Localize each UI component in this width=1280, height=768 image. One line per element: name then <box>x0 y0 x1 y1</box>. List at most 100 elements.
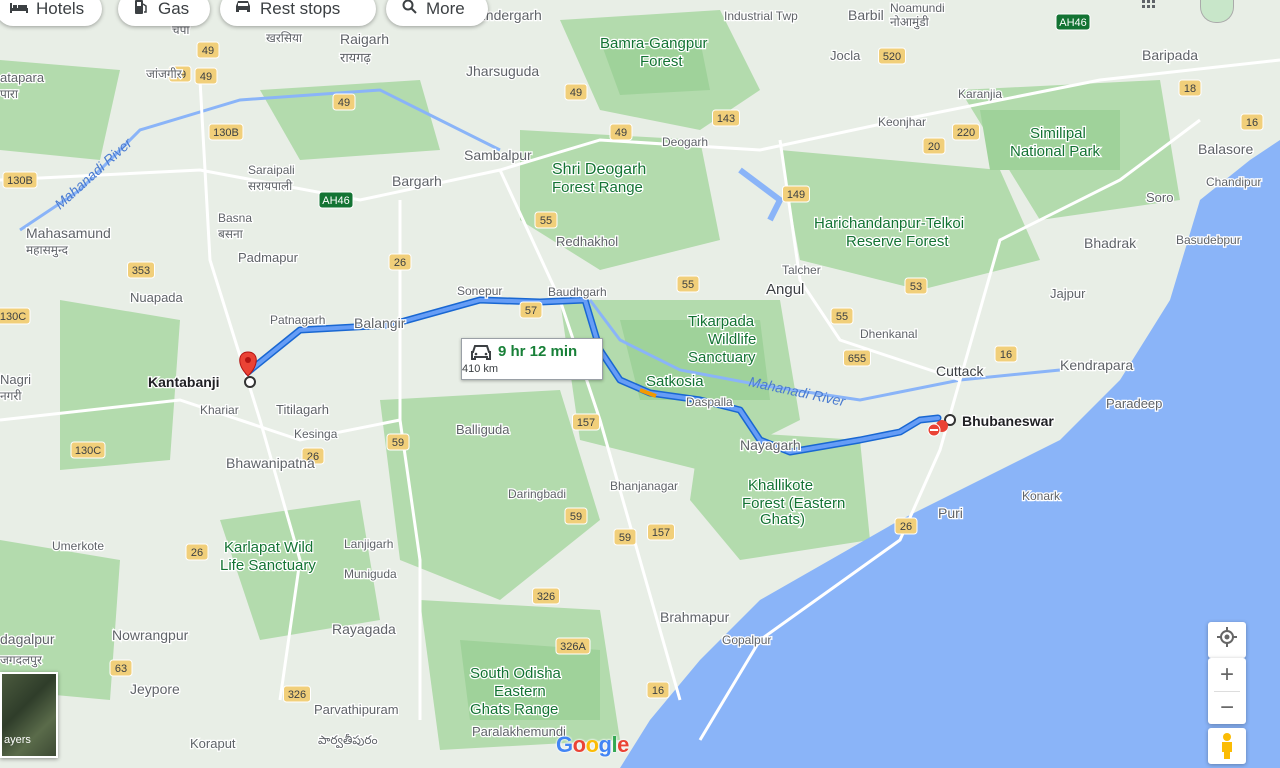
road-shield-label: 130C <box>75 445 101 457</box>
google-logo: Google <box>556 732 629 758</box>
place-label-daringbadi: Daringbadi <box>508 487 566 501</box>
place-label-forest-eastern: Forest (Eastern <box>742 495 845 512</box>
place-label-atapara: atapara <box>0 70 45 85</box>
road-shield-label: 49 <box>570 87 582 99</box>
road-shield-label: 149 <box>787 189 805 201</box>
place-label-bhawanipatna: Bhawanipatna <box>226 455 315 471</box>
road-shield-label: 157 <box>577 417 595 429</box>
place-label-shri-deogarh: Shri Deogarh <box>552 161 646 178</box>
place-label-lanjigarh: Lanjigarh <box>344 537 393 551</box>
place-label-baripada: Baripada <box>1142 47 1198 63</box>
bed-icon <box>8 0 30 18</box>
place-label-karlapat: Karlapat Wild <box>224 539 313 556</box>
map-canvas[interactable]: 4949 49494949130B130B143520AH46181622020A… <box>0 0 1280 768</box>
rest-stops-chip[interactable]: Rest stops <box>220 0 376 26</box>
place-label-jodha: Jocla <box>830 48 861 63</box>
place-label-nayagarh: Nayagarh <box>740 437 801 453</box>
road-shield-label: 63 <box>115 663 127 675</box>
place-label-chandipur: Chandipur <box>1206 175 1261 189</box>
place-label-atapara-local: पारा <box>0 87 19 101</box>
road-shield-label: 55 <box>836 311 848 323</box>
place-label-dhenkanal: Dhenkanal <box>860 327 917 341</box>
road-shield-label: 59 <box>619 532 631 544</box>
zoom-in-button[interactable]: + <box>1208 658 1246 691</box>
chip-label: Gas <box>158 0 190 18</box>
apps-icon[interactable] <box>1140 0 1174 16</box>
place-label-baudhgarh: Baudhgarh <box>548 285 607 299</box>
place-label-brahmapur: Brahmapur <box>660 609 730 625</box>
place-label-forest-range: Forest Range <box>552 179 643 196</box>
zoom-out-button[interactable]: − <box>1208 691 1246 724</box>
car-icon <box>470 344 492 362</box>
zoom-controls: + − <box>1208 658 1246 724</box>
place-label-gopalpur: Gopalpur <box>722 633 771 647</box>
place-label-paradeep: Paradeep <box>1106 396 1162 411</box>
chip-label: Rest stops <box>260 0 341 18</box>
my-location-button[interactable] <box>1208 622 1246 658</box>
gas-chip[interactable]: Gas <box>118 0 210 26</box>
place-label-tikarpada: Tikarpada <box>688 313 755 330</box>
place-label-puri: Puri <box>938 505 963 521</box>
route-info-box[interactable]: 9 hr 12 min 410 km <box>461 338 603 380</box>
street-view-button[interactable] <box>1208 728 1246 764</box>
place-label-kantabanji: Kantabanji <box>148 374 220 390</box>
place-label-karanjia: Karanjia <box>958 87 1002 101</box>
road-shield-label: 157 <box>652 527 670 539</box>
place-label-bamra-gangpur: Bamra-Gangpur <box>600 35 708 52</box>
road-shield-label: 55 <box>540 215 552 227</box>
place-label-sambalpur: Sambalpur <box>464 147 532 163</box>
place-label-parvathipuram: Parvathipuram <box>314 702 399 717</box>
road-shield-label: 57 <box>525 305 537 317</box>
place-label-saraipali-local: सरायपाली <box>248 179 293 193</box>
place-label-soro: Soro <box>1146 190 1173 205</box>
road-shield-label: 130B <box>7 175 33 187</box>
place-label-patnagarh: Patnagarh <box>270 313 325 327</box>
road-shield-label: AH46 <box>322 195 350 207</box>
road-shield-label: 53 <box>910 281 922 293</box>
road-shield-label: 26 <box>394 257 406 269</box>
my-location-icon <box>1217 627 1237 653</box>
road-shield-label: 55 <box>682 279 694 291</box>
road-shield-label: 16 <box>1000 349 1012 361</box>
place-label-reserve-forest: Reserve Forest <box>846 233 949 250</box>
road-shield-label: 220 <box>957 127 975 139</box>
place-label-redhakhol: Redhakhol <box>556 234 618 249</box>
place-label-konark: Konark <box>1022 489 1061 503</box>
more-chip[interactable]: More <box>386 0 488 26</box>
place-label-wildlife: Wildlife <box>708 331 756 348</box>
place-label-national-park: National Park <box>1010 143 1101 160</box>
layers-button[interactable]: ayers <box>0 672 58 758</box>
place-label-deogarh: Deogarh <box>662 135 708 149</box>
place-label-noamundi-local: नोआमुंडी <box>890 15 930 30</box>
place-label-jajpur: Jajpur <box>1050 286 1086 301</box>
place-label-noamundi: Noamundi <box>890 1 945 15</box>
road-shield-label: 49 <box>202 45 214 57</box>
place-label-bhadrak: Bhadrak <box>1084 235 1137 251</box>
road-shield-label: 49 <box>338 97 350 109</box>
chip-label: More <box>426 0 465 18</box>
hotels-chip[interactable]: Hotels <box>0 0 102 26</box>
road-shield-label: 18 <box>1184 83 1196 95</box>
place-label-muniguda: Muniguda <box>344 567 397 581</box>
road-shield-label: 326 <box>288 689 306 701</box>
place-label-angul: Angul <box>766 281 804 298</box>
place-label-jeypore: Jeypore <box>130 681 180 697</box>
place-label-eastern: Eastern <box>494 683 546 700</box>
road-shield-label: 26 <box>900 521 912 533</box>
road-shield-label: 16 <box>652 685 664 697</box>
place-label-nagri: Nagri <box>0 372 31 387</box>
road-shield-label: 49 <box>200 71 212 83</box>
search-icon <box>398 0 420 19</box>
place-label-industrial-twp: Industrial Twp <box>724 9 798 23</box>
place-label-raigarh: Raigarh <box>340 31 389 47</box>
place-label-ghats-range: Ghats Range <box>470 701 558 718</box>
road-shield-label: 130C <box>0 311 26 323</box>
place-label-rayagada: Rayagada <box>332 621 396 637</box>
place-label-talcher: Talcher <box>782 263 821 277</box>
place-label-jharsuguda: Jharsuguda <box>466 63 539 79</box>
place-label-keonjhar: Keonjhar <box>878 115 926 129</box>
place-label-paralakhemundi: Paralakhemundi <box>472 724 566 739</box>
place-label-mahasamund-local: महासमुन्द <box>26 243 69 258</box>
place-label-jagdalpur-local: जगदलपुर <box>0 653 43 668</box>
place-label-balasore: Balasore <box>1198 141 1253 157</box>
